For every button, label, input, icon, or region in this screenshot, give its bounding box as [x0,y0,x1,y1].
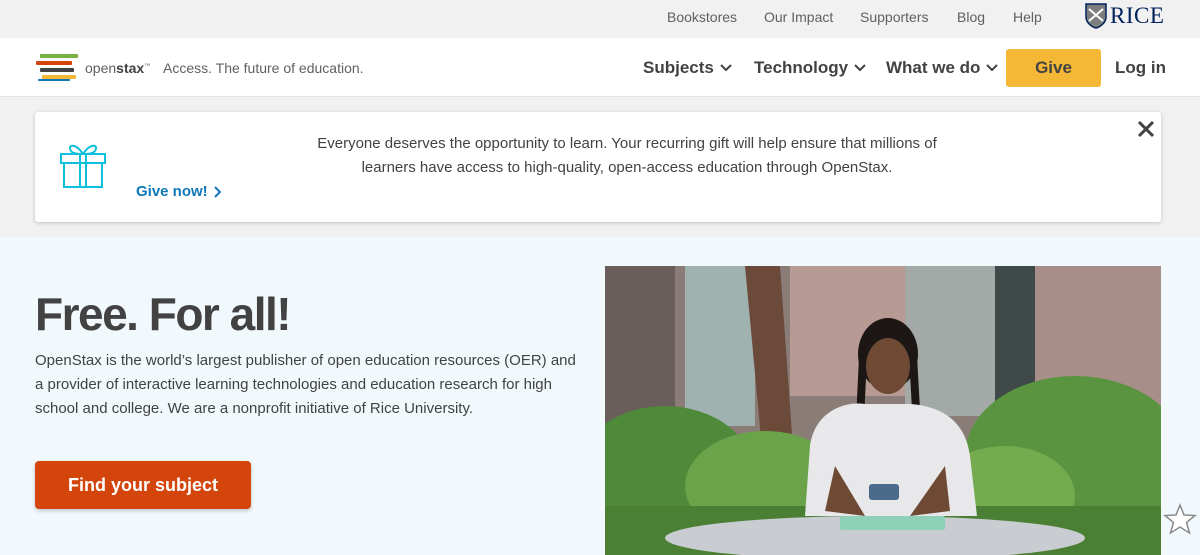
brand-prefix: open [85,60,117,76]
openstax-brand[interactable]: openstax™ [85,60,150,76]
gift-icon [60,144,106,188]
give-now-label: Give now! [136,183,208,200]
give-now-link[interactable]: Give now! [136,183,221,200]
brand-trademark: ™ [144,63,151,70]
find-your-subject-button[interactable]: Find your subject [35,461,251,509]
technology-label: Technology [754,58,849,77]
donation-banner-area: Give now! Everyone deserves the opportun… [0,97,1200,237]
utility-bar: Bookstores Our Impact Supporters Blog He… [0,0,1200,38]
what-we-do-menu[interactable]: What we do [886,58,999,78]
technology-menu[interactable]: Technology [754,58,866,78]
brand-bold: stax [116,60,145,76]
give-button[interactable]: Give [1006,49,1101,87]
tagline: Access. The future of education. [163,60,364,76]
main-navigation: openstax™ Access. The future of educatio… [0,38,1200,97]
chevron-down-icon [854,64,866,72]
our-impact-link[interactable]: Our Impact [764,9,833,25]
chevron-right-icon [213,185,221,198]
banner-message: Everyone deserves the opportunity to lea… [317,135,937,176]
hero-photo [605,266,1161,555]
donation-banner: Give now! Everyone deserves the opportun… [35,112,1161,222]
bookstores-link[interactable]: Bookstores [667,9,737,25]
rice-shield-icon [1085,3,1107,29]
subjects-menu[interactable]: Subjects [643,58,732,78]
hero-description: OpenStax is the world’s largest publishe… [35,352,576,417]
login-link[interactable]: Log in [1115,58,1166,78]
rice-logo[interactable]: RICE [1085,1,1164,31]
chevron-down-icon [720,64,732,72]
supporters-link[interactable]: Supporters [860,9,928,25]
hero-title: Free. For all! [35,288,292,340]
help-link[interactable]: Help [1013,9,1042,25]
hero-section: Free. For all! OpenStax is the world’s l… [0,237,1200,555]
chevron-down-icon [986,64,999,72]
star-icon[interactable] [1163,503,1197,535]
blog-link[interactable]: Blog [957,9,985,25]
close-icon[interactable] [1137,120,1155,138]
subjects-label: Subjects [643,58,714,77]
rice-wordmark: RICE [1110,3,1165,28]
openstax-logo-icon[interactable] [36,52,80,82]
what-we-do-label: What we do [886,58,981,77]
